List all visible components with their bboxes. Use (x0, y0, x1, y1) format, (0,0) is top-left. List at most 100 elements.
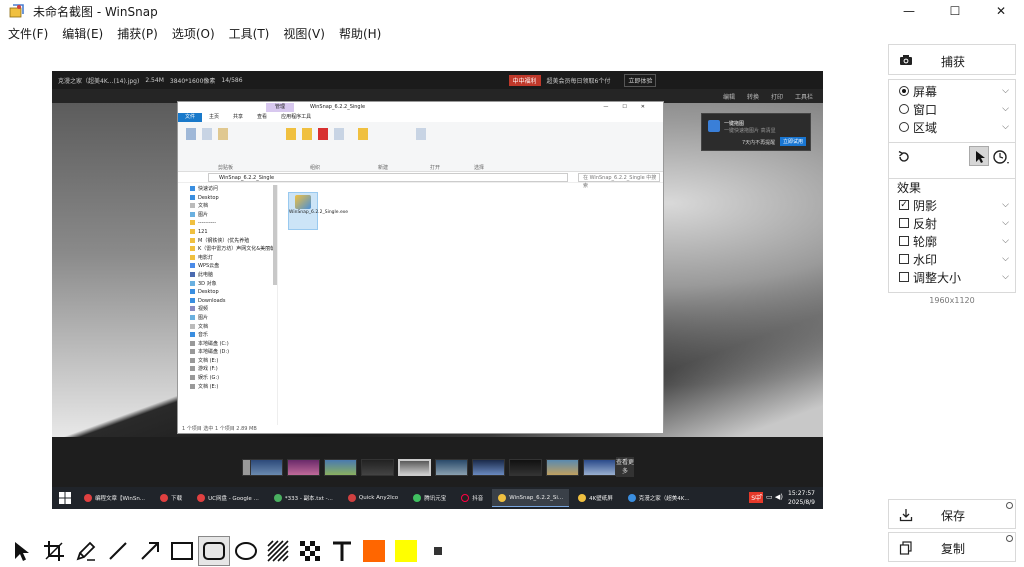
nav-item: 图片 (178, 314, 277, 323)
pen-tool[interactable] (70, 536, 102, 566)
menu-view[interactable]: 视图(V) (283, 25, 325, 42)
chevron-down-icon[interactable]: ⌵ (1002, 200, 1009, 210)
pin-icon[interactable] (1006, 535, 1013, 542)
maximize-button[interactable]: ☐ (932, 0, 978, 22)
mode-screen[interactable]: 屏幕 ⌵ (899, 82, 1009, 100)
rectangle-tool[interactable] (166, 536, 198, 566)
checkbox-reflection[interactable] (899, 218, 909, 228)
taskbar-item: 下载 (154, 489, 188, 507)
pen-icon (76, 541, 96, 561)
checkbox-outline[interactable] (899, 236, 909, 246)
nav-item: 文档 (E:) (178, 383, 277, 392)
file-item-label: WinSnap_6.2.2_Single.exe (289, 210, 348, 215)
picture-icon (190, 314, 195, 320)
checkbox-watermark[interactable] (899, 254, 909, 264)
pointer-toggle[interactable] (969, 146, 989, 166)
ribbon-tab-home: 主页 (209, 114, 220, 120)
refresh-icon[interactable] (897, 150, 911, 164)
cursor-icon (976, 151, 985, 163)
nav-item: 此电脑 (178, 271, 277, 280)
radio-window[interactable] (899, 104, 909, 114)
folder-icon (190, 220, 195, 226)
line-color-swatch[interactable] (395, 540, 417, 562)
text-tool[interactable] (326, 536, 358, 566)
winsnap-app-icon (9, 4, 24, 18)
thumbnail-more: 查看更多 (616, 457, 635, 477)
chevron-down-icon[interactable]: ⌵ (1002, 236, 1009, 246)
music-icon (190, 332, 195, 338)
effects-box: 效果 ✓ 阴影 ⌵ 反射 ⌵ 轮廓 ⌵ 水印 ⌵ 调整大小 ⌵ (888, 178, 1016, 293)
menu-edit[interactable]: 编辑(E) (62, 25, 103, 42)
window-title: 未命名截图 - WinSnap (33, 4, 158, 19)
chevron-down-icon[interactable]: ⌵ (1002, 104, 1009, 114)
explorer-ribbon-tabs: 文件 主页 共享 查看 应用程序工具 (178, 113, 663, 122)
ribbon-group-new: 新建 (378, 165, 389, 171)
ellipse-tool[interactable] (230, 536, 262, 566)
thumbnail (583, 459, 616, 476)
captured-screenshot[interactable]: 克漫之家（超美4K...(14).jpg) 2.54M 3840*1600像素 … (52, 71, 823, 509)
menu-help[interactable]: 帮助(H) (339, 25, 381, 42)
menu-tools[interactable]: 工具(T) (229, 25, 270, 42)
notification-title: 一键拖图 (724, 121, 745, 127)
chevron-down-icon[interactable]: ⌵ (1002, 218, 1009, 228)
chevron-down-icon[interactable]: ⌵ (1002, 86, 1009, 96)
chevron-down-icon[interactable]: ⌵ (1002, 122, 1009, 132)
line-width-indicator[interactable] (434, 547, 442, 555)
select-tool[interactable] (6, 536, 38, 566)
chevron-down-icon[interactable]: ⌵ (1002, 254, 1009, 264)
rounded-rectangle-tool[interactable] (198, 536, 230, 566)
viewer-promo-text: 超美会员每日领取6个付 (546, 77, 611, 85)
video-icon (190, 306, 195, 312)
mode-window[interactable]: 窗口 ⌵ (899, 100, 1009, 118)
pixelate-tool[interactable] (294, 536, 326, 566)
radio-screen[interactable] (899, 86, 909, 96)
effect-resize[interactable]: 调整大小 ⌵ (899, 268, 1009, 286)
delete-icon (318, 128, 328, 140)
nav-item: WPS云盘 (178, 262, 277, 271)
chevron-down-icon[interactable]: ⌵ (1002, 272, 1009, 282)
effect-shadow[interactable]: ✓ 阴影 ⌵ (899, 196, 1009, 214)
nav-item: 文档 (178, 323, 277, 332)
title-bar: 未命名截图 - WinSnap — ☐ ✕ (0, 0, 1024, 22)
effect-outline[interactable]: 轮廓 ⌵ (899, 232, 1009, 250)
star-icon (190, 186, 195, 191)
save-button[interactable]: 保存 (888, 499, 1016, 529)
crop-tool[interactable] (38, 536, 70, 566)
chrome-icon (160, 494, 169, 502)
nav-item: 电影灯 (178, 254, 277, 263)
timer-icon[interactable] (993, 149, 1011, 165)
line-icon (109, 542, 127, 560)
effect-reflection[interactable]: 反射 ⌵ (899, 214, 1009, 232)
checkbox-resize[interactable] (899, 272, 909, 282)
capture-button[interactable]: 捕获 (888, 44, 1016, 75)
close-button[interactable]: ✕ (978, 0, 1024, 22)
radio-region[interactable] (899, 122, 909, 132)
nav-item: 文档 (178, 202, 277, 211)
hatch-tool[interactable] (262, 536, 294, 566)
minimize-button[interactable]: — (886, 0, 932, 22)
fill-color-swatch[interactable] (363, 540, 385, 562)
checkbox-shadow[interactable]: ✓ (899, 200, 909, 210)
pin-icon[interactable] (1006, 502, 1013, 509)
thumbnail (287, 459, 320, 476)
menu-capture[interactable]: 捕获(P) (117, 25, 158, 42)
document-icon (190, 323, 195, 329)
save-icon (899, 509, 913, 522)
viewer-tool-print: 打印 (770, 93, 783, 101)
move-to-icon (286, 128, 296, 140)
copy-button[interactable]: 复制 (888, 532, 1016, 562)
explorer-ribbon: 剪贴板 组织 新建 打开 选择 (178, 122, 663, 172)
chrome-icon (84, 494, 92, 502)
effect-watermark[interactable]: 水印 ⌵ (899, 250, 1009, 268)
nav-item: 音乐 (178, 331, 277, 340)
paste-icon (218, 128, 228, 140)
clock-time: 15:27:57 (788, 490, 815, 497)
mode-region[interactable]: 区域 ⌵ (899, 118, 1009, 136)
menu-options[interactable]: 选项(O) (172, 25, 215, 42)
nav-item: K（雷中雷万坊）声网文化&美丽朝 (178, 245, 277, 254)
arrow-tool[interactable] (134, 536, 166, 566)
effects-title: 效果 (897, 181, 922, 195)
line-tool[interactable] (102, 536, 134, 566)
taskbar-item: 抖音 (455, 489, 489, 507)
menu-file[interactable]: 文件(F) (8, 25, 48, 42)
